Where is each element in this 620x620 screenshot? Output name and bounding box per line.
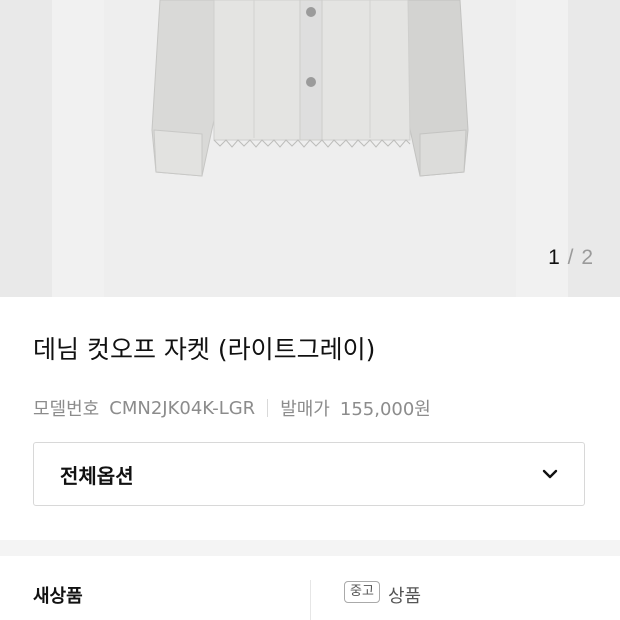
- release-price-value: 155,000원: [339, 399, 431, 420]
- image-counter: 1 / 2: [548, 246, 594, 270]
- product-image[interactable]: [104, 0, 516, 297]
- release-price-label: 발매가: [280, 399, 330, 420]
- tab-used-product[interactable]: 중고 상품: [310, 556, 620, 620]
- section-separator: [0, 540, 620, 556]
- model-number-label: 모델번호: [33, 399, 100, 420]
- current-image-index: 1: [548, 246, 561, 269]
- product-meta: 모델번호 CMN2JK04K-LGR 발매가 155,000원: [33, 395, 431, 421]
- tab-new-product[interactable]: 새상품: [0, 556, 310, 620]
- used-badge: 중고: [344, 581, 380, 603]
- option-select-label: 전체옵션: [60, 463, 134, 488]
- option-select-dropdown[interactable]: 전체옵션: [33, 442, 585, 506]
- product-title: 데님 컷오프 자켓 (라이트그레이): [33, 335, 376, 364]
- meta-divider: [267, 399, 269, 417]
- condition-tabs: 새상품 중고 상품: [0, 556, 620, 620]
- model-number-value: CMN2JK04K-LGR: [109, 397, 256, 419]
- counter-separator: /: [567, 246, 575, 269]
- product-image-gallery[interactable]: 1 / 2: [0, 0, 620, 297]
- tab-new-product-label: 새상품: [33, 586, 83, 607]
- jacket-illustration: [151, 0, 469, 177]
- tab-used-product-label: 상품: [388, 586, 422, 607]
- chevron-down-icon: [542, 469, 558, 479]
- total-image-count: 2: [581, 246, 594, 269]
- prev-image-peek[interactable]: [0, 0, 52, 297]
